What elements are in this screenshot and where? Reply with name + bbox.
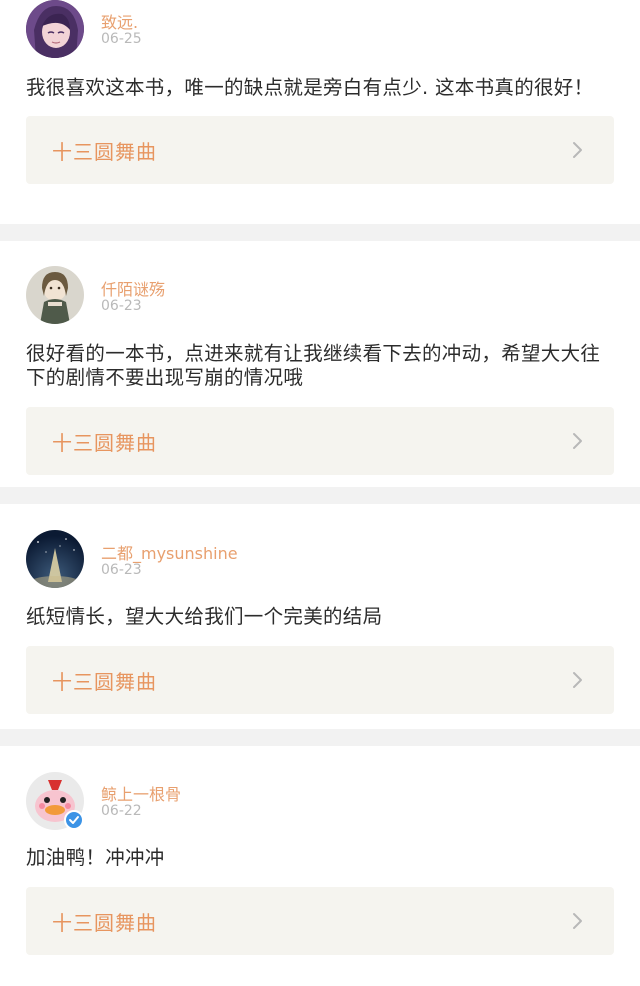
user-avatar[interactable] bbox=[26, 0, 84, 58]
comment-date: 06-25 bbox=[101, 31, 142, 47]
chevron-right-icon bbox=[568, 141, 586, 159]
comment-text: 纸短情长，望大大给我们一个完美的结局 bbox=[26, 605, 383, 628]
chevron-right-icon bbox=[568, 671, 586, 689]
user-avatar[interactable] bbox=[26, 772, 84, 830]
username[interactable]: 二都_mysunshine bbox=[101, 540, 238, 564]
comment-card: 致远. 06-25 我很喜欢这本书，唯一的缺点就是旁白有点少. 这本书真的很好！… bbox=[0, 0, 640, 224]
verified-badge-icon bbox=[64, 810, 84, 830]
book-link[interactable]: 十三圆舞曲 bbox=[26, 887, 614, 955]
book-title: 十三圆舞曲 bbox=[52, 430, 157, 455]
comment-card: 二都_mysunshine 06-23 纸短情长，望大大给我们一个完美的结局 十… bbox=[0, 504, 640, 729]
book-title: 十三圆舞曲 bbox=[52, 139, 157, 164]
comment-date: 06-22 bbox=[101, 803, 142, 819]
divider bbox=[0, 224, 640, 241]
comment-feed: 致远. 06-25 我很喜欢这本书，唯一的缺点就是旁白有点少. 这本书真的很好！… bbox=[0, 0, 640, 986]
chevron-right-icon bbox=[568, 912, 586, 930]
book-title: 十三圆舞曲 bbox=[52, 910, 157, 935]
comment-text: 很好看的一本书，点进来就有让我继续看下去的冲动，希望大大往下的剧情不要出现写崩的… bbox=[26, 342, 601, 389]
comment-date: 06-23 bbox=[101, 562, 142, 578]
username[interactable]: 仟陌谜殇 bbox=[101, 276, 165, 300]
comment-text: 加油鸭！冲冲冲 bbox=[26, 846, 165, 869]
user-avatar[interactable] bbox=[26, 530, 84, 588]
comment-card: 仟陌谜殇 06-23 很好看的一本书，点进来就有让我继续看下去的冲动，希望大大往… bbox=[0, 241, 640, 487]
book-link[interactable]: 十三圆舞曲 bbox=[26, 407, 614, 475]
username[interactable]: 致远. bbox=[101, 9, 138, 33]
user-avatar[interactable] bbox=[26, 266, 84, 324]
comment-date: 06-23 bbox=[101, 298, 142, 314]
username[interactable]: 鲸上一根骨 bbox=[101, 781, 181, 805]
chevron-right-icon bbox=[568, 432, 586, 450]
book-link[interactable]: 十三圆舞曲 bbox=[26, 116, 614, 184]
comment-card: 鲸上一根骨 06-22 加油鸭！冲冲冲 十三圆舞曲 bbox=[0, 746, 640, 986]
comment-text: 我很喜欢这本书，唯一的缺点就是旁白有点少. 这本书真的很好！ bbox=[26, 76, 594, 99]
divider bbox=[0, 729, 640, 746]
divider bbox=[0, 487, 640, 504]
book-title: 十三圆舞曲 bbox=[52, 669, 157, 694]
book-link[interactable]: 十三圆舞曲 bbox=[26, 646, 614, 714]
